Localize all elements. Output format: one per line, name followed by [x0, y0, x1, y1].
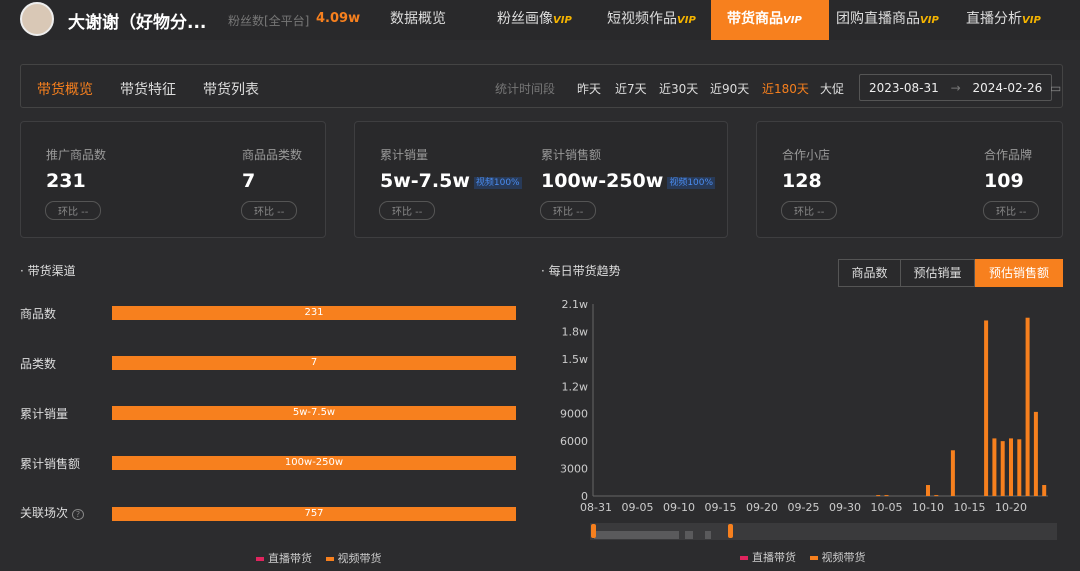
y-tick-label: 1.8w [562, 325, 589, 338]
trend-bar [884, 495, 889, 497]
legend-swatch-live [740, 556, 748, 560]
x-tick-label: 09-25 [788, 501, 820, 514]
y-tick-label: 9000 [560, 408, 588, 421]
trend-bar [1033, 411, 1038, 496]
trend-bar [950, 450, 955, 496]
x-tick-label: 10-20 [995, 501, 1027, 514]
trend-bar [934, 495, 939, 497]
trend-bar [1042, 485, 1047, 496]
x-tick-label: 10-05 [871, 501, 903, 514]
y-tick-label: 6000 [560, 435, 588, 448]
slider-preview [705, 531, 711, 539]
slider-handle-left[interactable] [591, 524, 596, 538]
x-tick-label: 10-10 [912, 501, 944, 514]
slider-preview [594, 531, 679, 539]
y-tick-label: 1.2w [562, 380, 589, 393]
legend-live[interactable]: 直播带货 [752, 551, 796, 564]
trend-bar [984, 320, 989, 496]
x-tick-label: 09-20 [746, 501, 778, 514]
x-tick-label: 09-30 [829, 501, 861, 514]
y-tick-label: 1.5w [562, 353, 589, 366]
trend-bar [1017, 439, 1022, 496]
zoom-slider[interactable] [590, 523, 1057, 540]
slider-preview [685, 531, 693, 539]
trend-legend: 直播带货 视频带货 [730, 549, 866, 565]
daily-trend-chart: 03000600090001.2w1.5w1.8w2.1w08-31 09-05 0… [560, 298, 1048, 514]
legend-video[interactable]: 视频带货 [822, 551, 866, 564]
x-tick-label: 09-05 [622, 501, 654, 514]
x-tick-label: 08-31 [580, 501, 612, 514]
y-tick-label: 2.1w [562, 298, 589, 311]
x-tick-label: 09-10 [663, 501, 695, 514]
trend-bar [1009, 438, 1013, 496]
slider-handle-right[interactable] [728, 524, 733, 538]
trend-bar [876, 495, 881, 497]
trend-bar [1025, 317, 1030, 496]
trend-bar [926, 485, 930, 496]
y-tick-label: 3000 [560, 463, 588, 476]
trend-bar [992, 438, 997, 496]
trend-bar [1000, 441, 1005, 496]
x-tick-label: 09-15 [705, 501, 737, 514]
legend-swatch-video [809, 556, 818, 560]
x-tick-label: 10-15 [954, 501, 986, 514]
